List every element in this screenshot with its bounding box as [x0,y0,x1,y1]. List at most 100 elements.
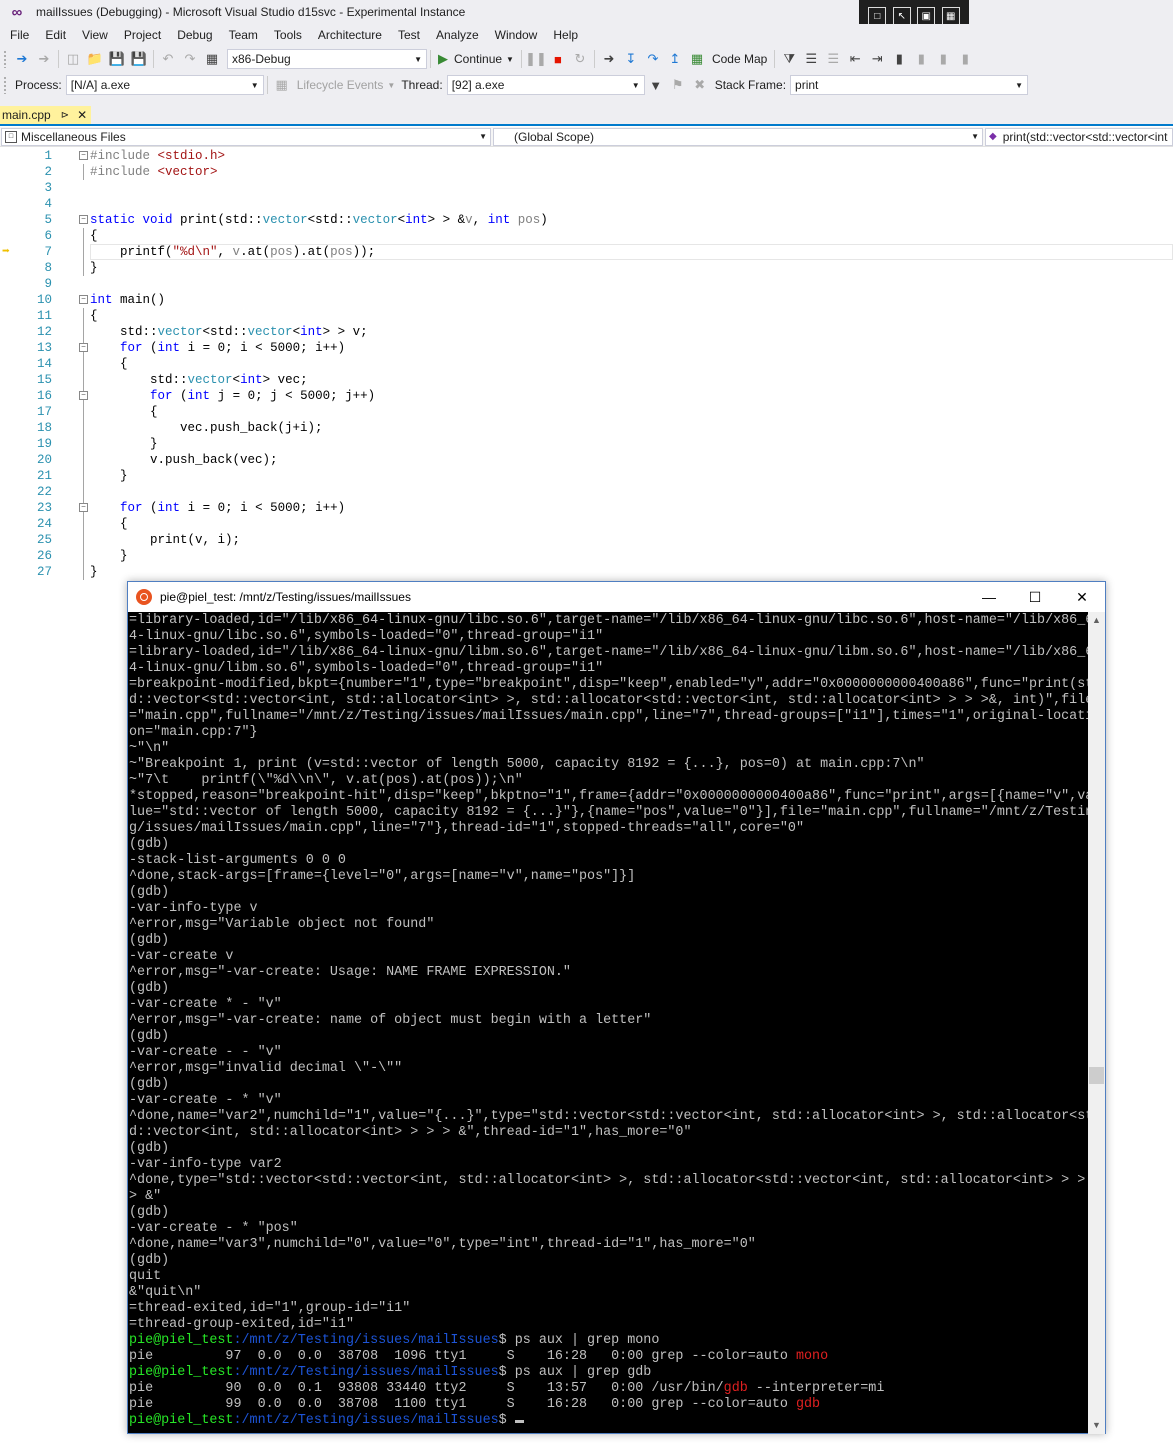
code-line[interactable]: 14 { [0,356,1173,372]
step-into-icon[interactable]: ↧ [620,49,642,69]
code-line[interactable]: 15 std::vector<int> vec; [0,372,1173,388]
collapse-icon[interactable]: − [79,215,88,224]
menu-project[interactable]: Project [116,28,169,42]
code-line[interactable]: 13 − for (int i = 0; i < 5000; i++) [0,340,1173,356]
code-line[interactable]: 12 std::vector<std::vector<int> > v; [0,324,1173,340]
code-line[interactable]: 27} [0,564,1173,580]
code-line[interactable]: 23 − for (int i = 0; i < 5000; i++) [0,500,1173,516]
collapse-icon[interactable]: − [79,391,88,400]
project-dropdown[interactable]: □ Miscellaneous Files ▼ [1,127,491,146]
code-line[interactable]: 26 } [0,548,1173,564]
stop-debugging-icon[interactable]: ■ [547,49,569,69]
code-line[interactable]: 22 [0,484,1173,500]
code-line[interactable]: 2 #include <vector> [0,164,1173,180]
toggle-bookmark-icon[interactable]: ☰ [800,49,822,69]
code-line[interactable]: 19 } [0,436,1173,452]
code-line[interactable]: 21 } [0,468,1173,484]
menu-view[interactable]: View [74,28,116,42]
undo-icon[interactable]: ↶ [157,49,179,69]
code-map-button[interactable]: Code Map [712,52,767,66]
collapse-icon[interactable]: − [79,343,88,352]
member-dropdown[interactable]: ◆ print(std::vector<std::vector<int [985,127,1173,146]
terminal-window[interactable]: pie@piel_test: /mnt/z/Testing/issues/mai… [127,581,1106,1434]
back-icon[interactable]: ➔ [11,49,33,69]
code-line[interactable]: 25 print(v, i); [0,532,1173,548]
break-all-icon[interactable]: ❚❚ [525,49,547,69]
terminal-scrollbar[interactable]: ▲ ▼ [1088,612,1105,1434]
tab-main-cpp[interactable]: main.cpp ⊳ ✕ [0,106,92,124]
cursor-icon[interactable]: ↖ [892,7,911,25]
next-bookmark-icon[interactable]: ▮ [932,49,954,69]
clear-bookmarks-icon[interactable]: ▮ [954,49,976,69]
save-all-icon[interactable]: 💾 [128,49,150,69]
terminal-output[interactable]: =library-loaded,id="/lib/x86_64-linux-gn… [128,612,1088,1434]
open-file-icon[interactable]: 📁 [84,49,106,69]
maximize-icon[interactable]: ☐ [1012,582,1058,612]
comment-icon[interactable]: ☰ [822,49,844,69]
code-line[interactable]: 10 − int main() [0,292,1173,308]
show-external-code-icon[interactable]: ✖ [689,75,711,95]
new-project-icon[interactable]: ◫ [62,49,84,69]
menu-tools[interactable]: Tools [266,28,310,42]
toolbar-grip[interactable] [3,76,7,94]
thread-flag-icon[interactable]: ⧩ [778,49,800,69]
restart-icon[interactable]: ↻ [569,49,591,69]
code-line[interactable]: 16 − for (int j = 0; j < 5000; j++) [0,388,1173,404]
code-line[interactable]: 5 − static void print(std::vector<std::vec… [0,212,1173,228]
filter-icon[interactable]: ▼ [645,75,667,95]
continue-button[interactable]: ▶ Continue ▼ [434,51,518,67]
flag-threads-icon[interactable]: ⚑ [667,75,689,95]
stack-frame-dropdown[interactable]: print ▼ [790,75,1029,95]
select-element-icon[interactable]: □ [868,7,887,25]
step-over-icon[interactable]: ↷ [642,49,664,69]
code-line[interactable]: 4 [0,196,1173,212]
show-next-statement-icon[interactable]: ➜ [598,49,620,69]
code-line[interactable]: 24 { [0,516,1173,532]
process-dropdown[interactable]: [N/A] a.exe ▼ [65,75,264,95]
scope-dropdown[interactable]: (Global Scope) ▼ [493,127,983,146]
frame-icon[interactable]: ▣ [917,7,936,25]
code-line[interactable]: 6{ [0,228,1173,244]
code-line[interactable]: 9 [0,276,1173,292]
lifecycle-events-icon[interactable]: ▦ [271,75,293,95]
lifecycle-events-button[interactable]: Lifecycle Events [297,78,384,92]
menu-architecture[interactable]: Architecture [310,28,390,42]
step-out-icon[interactable]: ↥ [664,49,686,69]
scroll-up-icon[interactable]: ▲ [1088,612,1105,629]
close-icon[interactable]: ✕ [1059,582,1105,612]
scroll-down-icon[interactable]: ▼ [1088,1417,1105,1434]
layout-icon[interactable]: ▦ [941,7,960,25]
save-icon[interactable]: 💾 [106,49,128,69]
code-map-icon[interactable]: ▦ [686,49,708,69]
code-line[interactable]: 8} [0,260,1173,276]
toolbar-grip[interactable] [3,50,7,68]
code-line[interactable]: ➡ 7 printf("%d\n", v.at(pos).at(pos)); [0,244,1173,260]
pin-icon[interactable]: ⊳ [61,110,69,121]
minimize-icon[interactable]: — [966,582,1012,612]
menu-team[interactable]: Team [221,28,266,42]
forward-icon[interactable]: ➔ [33,49,55,69]
collapse-icon[interactable]: − [79,295,88,304]
redo-icon[interactable]: ↷ [179,49,201,69]
scroll-thumb[interactable] [1089,1067,1104,1084]
code-line[interactable]: 17 { [0,404,1173,420]
bookmark-icon[interactable]: ▮ [888,49,910,69]
current-statement-arrow-icon[interactable]: ➡ [2,245,14,259]
menu-window[interactable]: Window [487,28,546,42]
code-line[interactable]: 1 − #include <stdio.h> [0,148,1173,164]
outdent-icon[interactable]: ⇤ [844,49,866,69]
menu-help[interactable]: Help [545,28,586,42]
collapse-icon[interactable]: − [79,151,88,160]
menu-debug[interactable]: Debug [169,28,220,42]
code-line[interactable]: 11 { [0,308,1173,324]
menu-test[interactable]: Test [390,28,428,42]
menu-file[interactable]: File [2,28,37,42]
solution-config-dropdown[interactable]: x86-Debug ▼ [227,49,427,69]
indent-icon[interactable]: ⇥ [866,49,888,69]
menu-analyze[interactable]: Analyze [428,28,487,42]
collapse-icon[interactable]: − [79,503,88,512]
menu-edit[interactable]: Edit [37,28,74,42]
thread-dropdown[interactable]: [92] a.exe ▼ [446,75,645,95]
terminal-title-bar[interactable]: pie@piel_test: /mnt/z/Testing/issues/mai… [128,582,1105,612]
code-line[interactable]: 18 vec.push_back(j+i); [0,420,1173,436]
